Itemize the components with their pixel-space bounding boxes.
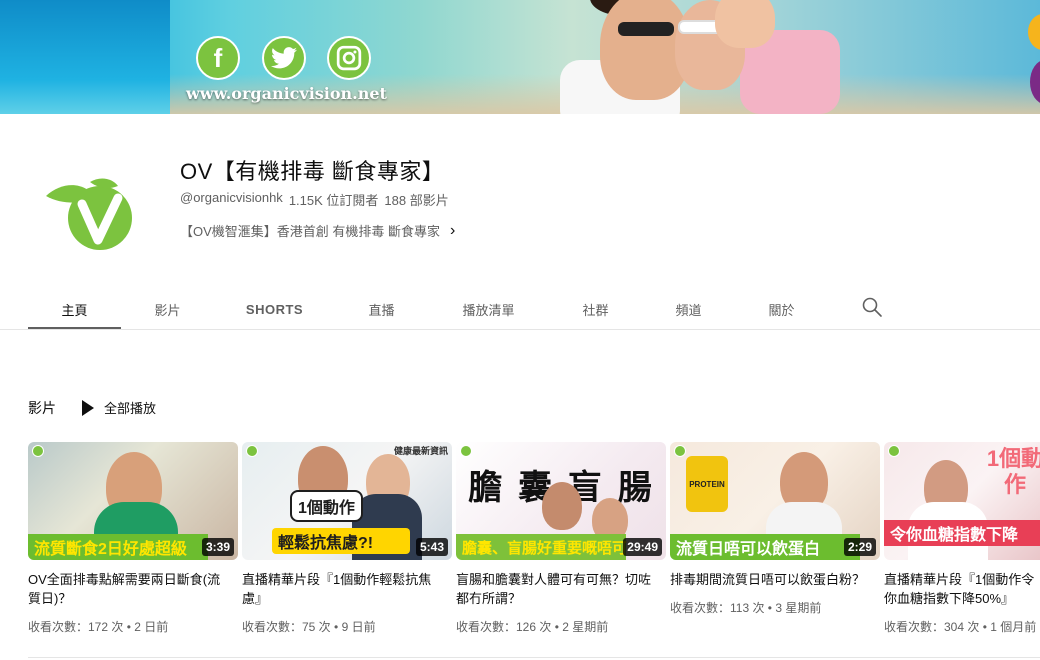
video-duration: 3:39 [201, 538, 234, 556]
video-thumbnail[interactable]: 膽 囊 盲 腸 膽囊、盲腸好重要嘅唔可 29:49 [456, 442, 666, 560]
video-meta: 收看次數：113 次 • 3 星期前 [670, 601, 822, 615]
video-duration: 29:49 [623, 538, 662, 556]
video-age: 1 個月前 [990, 620, 1037, 634]
video-age: 3 星期前 [775, 601, 822, 615]
tab-home[interactable]: 主頁 [28, 288, 121, 330]
play-all-label: 全部播放 [104, 401, 157, 416]
ov-logo-icon [674, 445, 686, 457]
ov-logo-icon [888, 445, 900, 457]
ov-logo-icon [460, 445, 472, 457]
tab-channels[interactable]: 頻道 [642, 288, 735, 330]
thumbnail-caption: 輕鬆抗焦慮?! [272, 528, 410, 554]
video-thumbnail[interactable]: 流質斷食2日好處超級 3:39 [28, 442, 238, 560]
video-meta: 收看次數：172 次 • 2 日前 [28, 620, 169, 634]
video-views: 收看次數：75 次 [242, 620, 331, 634]
video-views: 收看次數：113 次 [670, 601, 765, 615]
video-card[interactable]: 1個動作 令你血糖指數下降 直播精華片段『1個動作令你血糖指數下降50%』 收看… [884, 442, 1040, 635]
video-meta: 收看次數：304 次 • 1 個月前 [884, 620, 1037, 634]
thumbnail-caption-top: 1個動作 [290, 490, 363, 522]
video-card[interactable]: PROTEIN 流質日唔可以飲蛋白 2:29 排毒期間流質日唔可以飲蛋白粉？ 收… [670, 442, 880, 616]
channel-banner: f www.organicvision.net [0, 0, 1040, 114]
video-thumbnail[interactable]: PROTEIN 流質日唔可以飲蛋白 2:29 [670, 442, 880, 560]
protein-jar-icon: PROTEIN [686, 456, 728, 512]
video-duration: 5:43 [415, 538, 448, 556]
channel-description-text: 【OV機智滙集】香港首創 有機排毒 斷食專家 [180, 224, 441, 239]
video-views: 收看次數：304 次 [884, 620, 980, 634]
video-meta: 收看次數：75 次 • 9 日前 [242, 620, 376, 634]
instagram-icon[interactable] [327, 36, 371, 80]
thumbnail-caption: 膽囊、盲腸好重要嘅唔可 [456, 534, 627, 560]
thumbnail-person [542, 482, 582, 530]
video-views: 收看次數：172 次 [28, 620, 124, 634]
tab-playlists[interactable]: 播放清單 [428, 288, 549, 330]
tab-about[interactable]: 關於 [735, 288, 828, 330]
channel-handle: @organicvisionhk [180, 190, 283, 205]
tabs-divider [0, 329, 1040, 330]
video-title[interactable]: 盲腸和膽囊對人體可有可無？切咗都冇所謂？ [456, 570, 656, 608]
chevron-right-icon: › [450, 221, 456, 239]
video-card[interactable]: 膽 囊 盲 腸 膽囊、盲腸好重要嘅唔可 29:49 盲腸和膽囊對人體可有可無？切… [456, 442, 666, 635]
subscriber-count: 1.15K 位訂閱者 [288, 193, 379, 208]
banner-url: www.organicvision.net [186, 84, 387, 103]
tab-live[interactable]: 直播 [335, 288, 428, 330]
twitter-bird-icon [271, 47, 297, 69]
video-duration: 2:29 [843, 538, 876, 556]
tab-videos[interactable]: 影片 [121, 288, 214, 330]
play-all-button[interactable]: 全部播放 [82, 398, 156, 417]
thumbnail-caption: 流質斷食2日好處超級 [28, 534, 208, 560]
thumbnail-caption-top: 1個動作 [986, 446, 1040, 497]
instagram-glyph-icon [336, 45, 362, 71]
video-views: 收看次數：126 次 [456, 620, 552, 634]
video-meta: 收看次數：126 次 • 2 星期前 [456, 620, 609, 634]
video-title[interactable]: 直播精華片段『1個動作輕鬆抗焦慮』 [242, 570, 442, 608]
video-thumbnail[interactable]: 1個動作 令你血糖指數下降 [884, 442, 1040, 560]
video-count: 188 部影片 [384, 193, 449, 208]
thumbnail-caption: 流質日唔可以飲蛋白 [670, 534, 860, 560]
tab-community[interactable]: 社群 [549, 288, 642, 330]
ov-logo-icon [32, 445, 44, 457]
thumbnail-caption: 令你血糖指數下降 [884, 520, 1040, 546]
banner-person [715, 0, 775, 48]
video-age: 9 日前 [341, 620, 376, 634]
facebook-icon[interactable]: f [196, 36, 240, 80]
video-title[interactable]: 直播精華片段『1個動作令你血糖指數下降50%』 [884, 570, 1040, 608]
search-icon[interactable] [860, 295, 884, 319]
tab-shorts[interactable]: SHORTS [214, 288, 335, 330]
channel-title: OV【有機排毒 斷食專家】 [180, 159, 445, 184]
channel-meta: @organicvisionhk 1.15K 位訂閱者 188 部影片 [180, 190, 449, 209]
video-title[interactable]: OV全面排毒點解需要兩日斷食(流質日)？ [28, 570, 228, 608]
video-card[interactable]: 流質斷食2日好處超級 3:39 OV全面排毒點解需要兩日斷食(流質日)？ 收看次… [28, 442, 238, 635]
video-thumbnail[interactable]: 1個動作 健康最新資訊 輕鬆抗焦慮?! 5:43 [242, 442, 452, 560]
video-age: 2 星期前 [562, 620, 609, 634]
video-age: 2 日前 [134, 620, 169, 634]
video-title[interactable]: 排毒期間流質日唔可以飲蛋白粉？ [670, 570, 870, 589]
banner-decoration [1028, 14, 1040, 50]
section-title: 影片 [28, 400, 56, 416]
channel-avatar[interactable] [32, 158, 144, 270]
ov-logo-icon [246, 445, 258, 457]
play-icon [82, 399, 94, 416]
channel-tabs: 主頁 影片 SHORTS 直播 播放清單 社群 頻道 關於 [28, 288, 828, 330]
section-divider [28, 657, 1040, 658]
twitter-icon[interactable] [262, 36, 306, 80]
thumbnail-corner-label: 健康最新資訊 [393, 446, 448, 456]
video-card[interactable]: 1個動作 健康最新資訊 輕鬆抗焦慮?! 5:43 直播精華片段『1個動作輕鬆抗焦… [242, 442, 452, 635]
channel-description[interactable]: 【OV機智滙集】香港首創 有機排毒 斷食專家 › [180, 221, 455, 240]
ov-logo-icon [46, 178, 132, 250]
banner-sunglasses [618, 22, 674, 36]
banner-sea [0, 0, 170, 114]
